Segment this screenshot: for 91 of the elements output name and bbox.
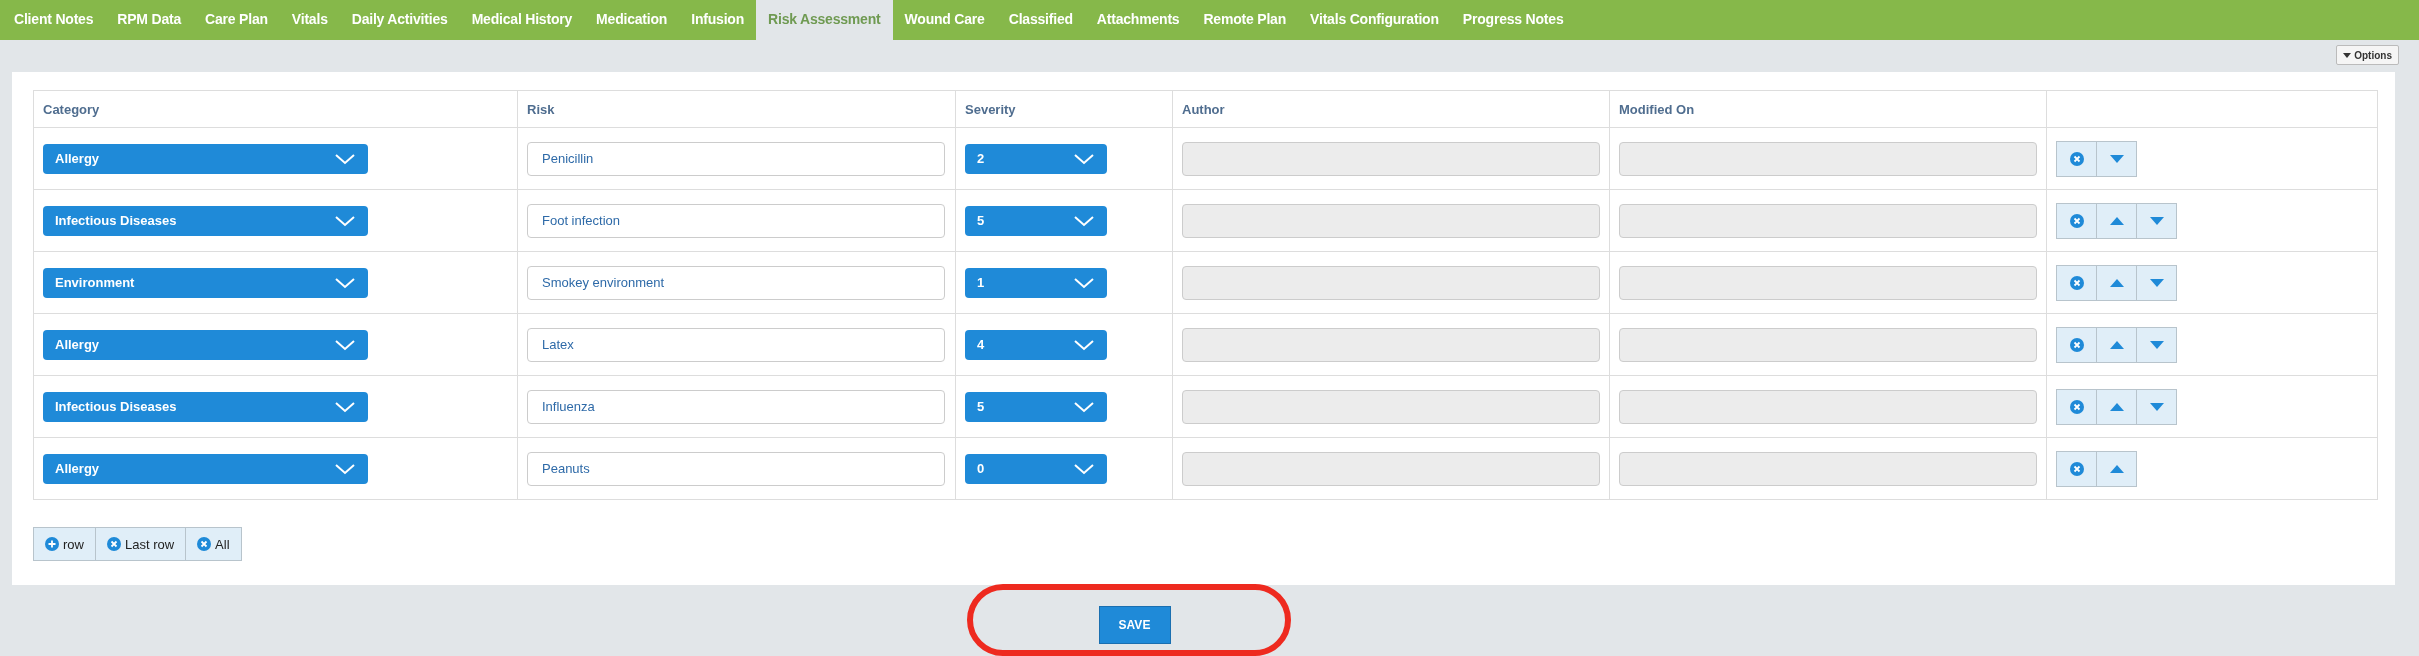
close-circle-icon: [2069, 151, 2084, 166]
chevron-down-icon: [1073, 152, 1095, 165]
triangle-up-icon: [2109, 402, 2124, 411]
category-dropdown[interactable]: Infectious Diseases: [43, 391, 368, 422]
column-header: Author: [1172, 90, 1610, 128]
column-header: Modified On: [1609, 90, 2047, 128]
remove-button[interactable]: Last row: [94, 527, 187, 561]
close-circle-icon: [2069, 337, 2084, 352]
category-dropdown[interactable]: Allergy: [43, 453, 368, 484]
chevron-down-icon: [334, 462, 356, 475]
category-dropdown[interactable]: Allergy: [43, 143, 368, 174]
close-circle-icon: [106, 537, 121, 551]
tab[interactable]: Classified: [996, 0, 1085, 40]
move-up-button[interactable]: [2096, 388, 2137, 425]
remove-row-button[interactable]: [2056, 450, 2097, 487]
triangle-up-icon: [2109, 278, 2124, 287]
move-up-button[interactable]: [2096, 450, 2137, 487]
caret-down-icon: [2343, 52, 2352, 58]
risk-input-field[interactable]: Foot infection: [527, 203, 945, 238]
triangle-down-icon: [2109, 154, 2124, 163]
category-dropdown[interactable]: Allergy: [43, 329, 368, 360]
tab[interactable]: RPM Data: [105, 0, 194, 40]
triangle-up-icon: [2109, 464, 2124, 473]
move-up-button[interactable]: [2096, 264, 2137, 301]
remove-button[interactable]: All: [185, 527, 242, 561]
close-circle-icon: [2069, 461, 2084, 476]
severity-dropdown[interactable]: 0: [965, 453, 1107, 484]
remove-row-button[interactable]: [2056, 140, 2097, 177]
severity-dropdown[interactable]: 5: [965, 391, 1107, 422]
add-row-button[interactable]: row: [33, 527, 96, 561]
risk-input-field[interactable]: Penicillin: [527, 141, 945, 176]
tab[interactable]: Medical History: [459, 0, 585, 40]
triangle-up-icon: [2109, 340, 2124, 349]
close-circle-icon: [197, 537, 212, 551]
remove-row-button[interactable]: [2056, 264, 2097, 301]
column-header: Risk: [517, 90, 956, 128]
severity-dropdown[interactable]: 4: [965, 329, 1107, 360]
save-button[interactable]: SAVE: [1098, 606, 1171, 644]
move-down-button[interactable]: [2136, 202, 2177, 239]
triangle-down-icon: [2149, 216, 2164, 225]
chevron-down-icon: [1073, 276, 1095, 289]
tab[interactable]: Attachments: [1084, 0, 1192, 40]
remove-row-button[interactable]: [2056, 202, 2097, 239]
category-dropdown[interactable]: Infectious Diseases: [43, 205, 368, 236]
chevron-down-icon: [334, 214, 356, 227]
tab[interactable]: Medication: [584, 0, 680, 40]
chevron-down-icon: [1073, 462, 1095, 475]
chevron-down-icon: [1073, 400, 1095, 413]
tab[interactable]: Remote Plan: [1191, 0, 1299, 40]
chevron-down-icon: [334, 152, 356, 165]
tab[interactable]: Vitals Configuration: [1298, 0, 1451, 40]
move-down-button[interactable]: [2136, 264, 2177, 301]
tab[interactable]: Care Plan: [193, 0, 280, 40]
chevron-down-icon: [334, 338, 356, 351]
chevron-down-icon: [334, 400, 356, 413]
risk-input-field[interactable]: Influenza: [527, 389, 945, 424]
tab[interactable]: Risk Assessment: [756, 0, 893, 40]
plus-circle-icon: [45, 537, 59, 551]
column-header: Category: [33, 90, 518, 128]
move-down-button[interactable]: [2136, 326, 2177, 363]
close-circle-icon: [2069, 399, 2084, 414]
close-circle-icon: [2069, 213, 2084, 228]
remove-row-button[interactable]: [2056, 388, 2097, 425]
severity-dropdown[interactable]: 1: [965, 267, 1107, 298]
risk-input-field[interactable]: Peanuts: [527, 451, 945, 486]
chevron-down-icon: [1073, 214, 1095, 227]
chevron-down-icon: [334, 276, 356, 289]
remove-row-button[interactable]: [2056, 326, 2097, 363]
severity-dropdown[interactable]: 2: [965, 143, 1107, 174]
triangle-down-icon: [2149, 278, 2164, 287]
move-up-button[interactable]: [2096, 202, 2137, 239]
tab[interactable]: Daily Activities: [339, 0, 460, 40]
severity-dropdown[interactable]: 5: [965, 205, 1107, 236]
triangle-down-icon: [2149, 402, 2164, 411]
column-header: Severity: [955, 90, 1173, 128]
tab[interactable]: Infusion: [679, 0, 757, 40]
move-down-button[interactable]: [2136, 388, 2177, 425]
options-button[interactable]: Options: [2336, 45, 2399, 65]
move-up-button[interactable]: [2096, 326, 2137, 363]
triangle-up-icon: [2109, 216, 2124, 225]
close-circle-icon: [2069, 275, 2084, 290]
tab[interactable]: Progress Notes: [1450, 0, 1576, 40]
risk-input-field[interactable]: Latex: [527, 327, 945, 362]
risk-input-field[interactable]: Smokey environment: [527, 265, 945, 300]
tab[interactable]: Vitals: [279, 0, 340, 40]
move-down-button[interactable]: [2096, 140, 2137, 177]
category-dropdown[interactable]: Environment: [43, 267, 368, 298]
tab[interactable]: Wound Care: [892, 0, 997, 40]
tab[interactable]: Client Notes: [2, 0, 106, 40]
chevron-down-icon: [1073, 338, 1095, 351]
triangle-down-icon: [2149, 340, 2164, 349]
